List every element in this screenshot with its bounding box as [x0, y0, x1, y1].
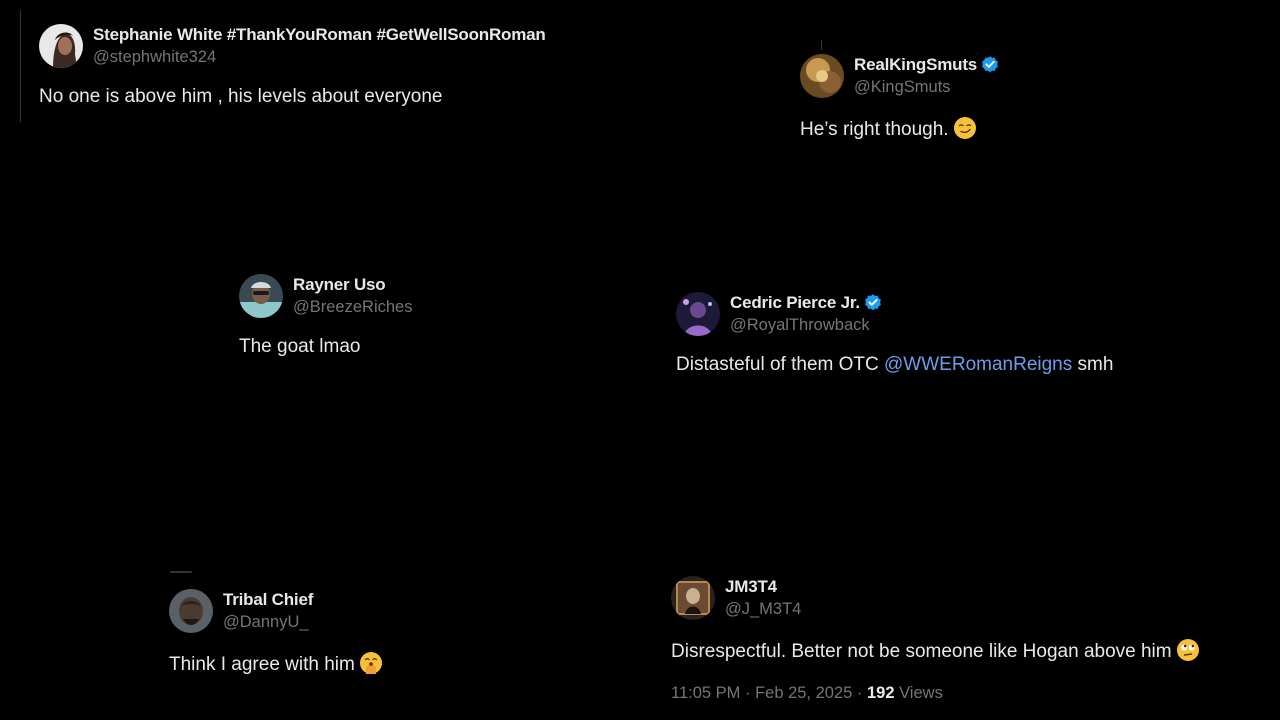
tweet-header: Stephanie White #ThankYouRoman #GetWellS…	[39, 24, 546, 68]
user-handle[interactable]: @stephwhite324	[93, 47, 546, 68]
views-label: Views	[894, 684, 943, 702]
avatar[interactable]	[676, 292, 720, 336]
display-name[interactable]: Rayner Uso	[293, 274, 386, 295]
tweet-text-after: smh	[1072, 354, 1114, 375]
verified-badge-icon	[982, 55, 998, 72]
tweet-text-before: Distasteful of them OTC	[676, 354, 885, 375]
verified-badge-icon	[864, 293, 881, 310]
display-name[interactable]: Stephanie White #ThankYouRoman #GetWellS…	[93, 24, 546, 45]
mention-link[interactable]: @WWERomanReigns	[884, 354, 1072, 375]
tweet-text-content: Disrespectful. Better not be someone lik…	[671, 641, 1172, 662]
tweet-header: RealKingSmuts @KingSmuts	[800, 54, 1000, 98]
avatar[interactable]	[169, 589, 213, 633]
tweet-text: The goat lmao	[239, 336, 361, 357]
avatar[interactable]	[239, 274, 283, 318]
tweet-header: Cedric Pierce Jr. @RoyalThrowback	[676, 292, 1113, 336]
display-name[interactable]: JM3T4	[725, 576, 777, 597]
thread-line	[170, 571, 192, 573]
tweet-text: Disrespectful. Better not be someone lik…	[671, 638, 1200, 663]
tweet-card[interactable]: JM3T4 @J_M3T4 Disrespectful. Better not …	[671, 576, 1200, 663]
tweet-card[interactable]: Cedric Pierce Jr. @RoyalThrowback Distas…	[676, 292, 1113, 376]
user-handle[interactable]: @RoyalThrowback	[730, 315, 883, 336]
avatar[interactable]	[39, 24, 83, 68]
tweet-card[interactable]: Stephanie White #ThankYouRoman #GetWellS…	[39, 24, 546, 108]
tweet-text-content: He’s right though.	[800, 119, 949, 140]
tweet-card[interactable]: RealKingSmuts @KingSmuts He’s right thou…	[800, 54, 1000, 141]
avatar[interactable]	[800, 54, 844, 98]
smirking-face-emoji-icon	[953, 117, 976, 139]
user-handle[interactable]: @J_M3T4	[725, 599, 801, 620]
tweet-card[interactable]: Tribal Chief @DannyU_ Think I agree with…	[169, 589, 383, 676]
tweet-meta: 11:05 PM · Feb 25, 2025 · 192 Views	[671, 684, 943, 703]
tweet-header: JM3T4 @J_M3T4	[671, 576, 1200, 620]
thread-line	[20, 10, 21, 122]
tweet-timestamp[interactable]: 11:05 PM · Feb 25, 2025 ·	[671, 684, 867, 702]
tweet-text: He’s right though.	[800, 116, 1000, 141]
tweet-text: No one is above him , his levels about e…	[39, 86, 443, 107]
tweet-header: Rayner Uso @BreezeRiches	[239, 274, 412, 318]
user-handle[interactable]: @DannyU_	[223, 612, 313, 633]
tweet-text: Distasteful of them OTC @WWERomanReigns …	[676, 354, 1113, 376]
display-name[interactable]: RealKingSmuts	[854, 54, 977, 75]
avatar[interactable]	[671, 576, 715, 620]
user-handle[interactable]: @BreezeRiches	[293, 297, 412, 318]
user-handle[interactable]: @KingSmuts	[854, 77, 1000, 98]
thread-line	[821, 40, 822, 50]
face-with-rolling-eyes-emoji-icon	[1176, 639, 1199, 661]
tweet-text-content: Think I agree with him	[169, 654, 355, 675]
display-name[interactable]: Tribal Chief	[223, 589, 313, 610]
face-with-hand-over-mouth-emoji-icon	[359, 652, 382, 674]
views-count: 192	[866, 684, 895, 702]
tweet-header: Tribal Chief @DannyU_	[169, 589, 383, 633]
display-name[interactable]: Cedric Pierce Jr.	[730, 292, 860, 313]
tweet-text: Think I agree with him	[169, 651, 383, 676]
tweet-card[interactable]: Rayner Uso @BreezeRiches The goat lmao	[239, 274, 412, 358]
